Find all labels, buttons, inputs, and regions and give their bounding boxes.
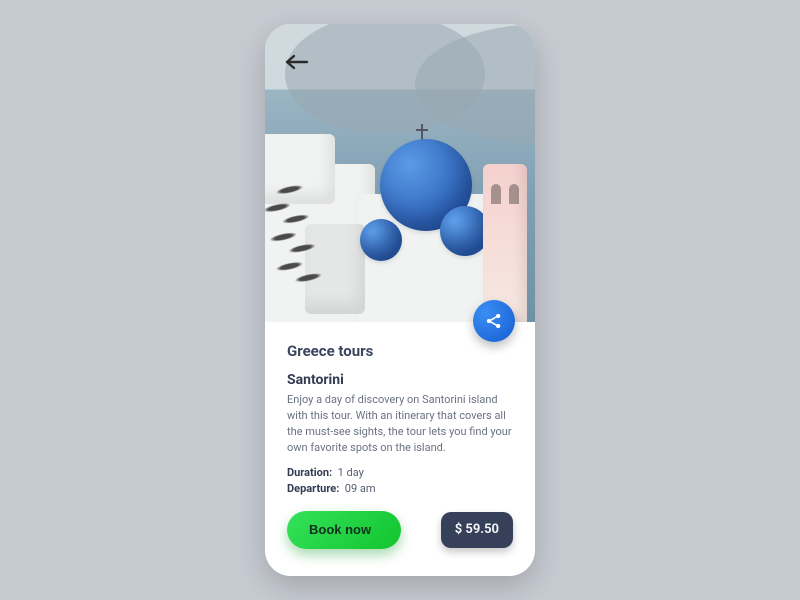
- duration-label: Duration:: [287, 466, 332, 479]
- book-now-button[interactable]: Book now: [287, 511, 401, 549]
- share-button[interactable]: [473, 300, 515, 342]
- departure-label: Departure:: [287, 482, 339, 495]
- tour-title: Santorini: [287, 372, 513, 388]
- tour-description: Enjoy a day of discovery on Santorini is…: [287, 392, 513, 456]
- tour-card: Greece tours Santorini Enjoy a day of di…: [265, 24, 535, 576]
- price-chip: $ 59.50: [441, 512, 513, 548]
- departure-value: 09 am: [345, 482, 376, 495]
- duration-value: 1 day: [338, 466, 364, 479]
- back-button[interactable]: [283, 52, 311, 72]
- departure-row: Departure: 09 am: [287, 482, 513, 495]
- share-icon: [484, 311, 504, 331]
- duration-row: Duration: 1 day: [287, 466, 513, 479]
- tour-category: Greece tours: [287, 342, 513, 360]
- back-arrow-icon: [283, 52, 311, 72]
- info-panel: Greece tours Santorini Enjoy a day of di…: [265, 322, 535, 576]
